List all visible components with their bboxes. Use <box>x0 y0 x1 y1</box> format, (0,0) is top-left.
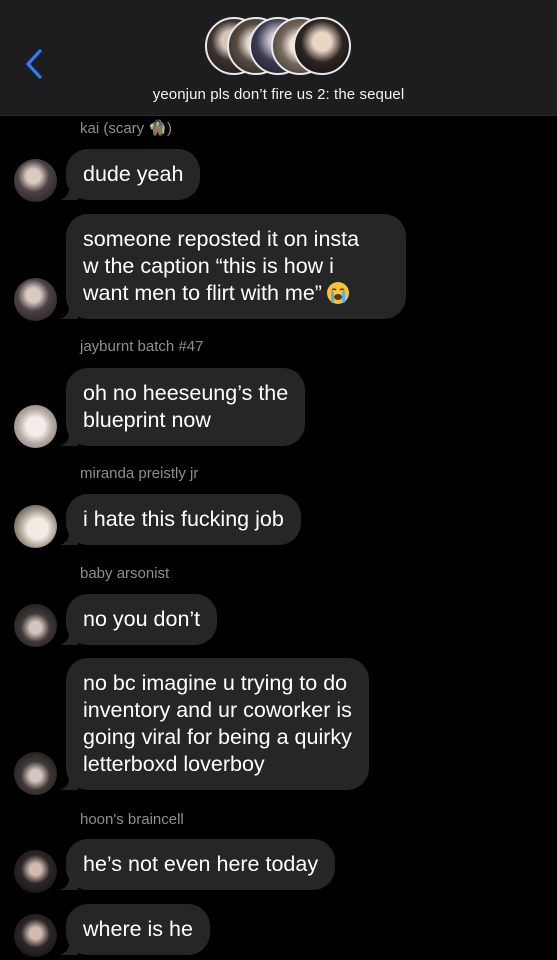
message-bubble[interactable]: no you don’t <box>60 594 218 645</box>
message-text: going viral for being a quirky <box>83 725 352 749</box>
message-bubble[interactable]: someone reposted it on insta w the capti… <box>60 214 406 319</box>
bubble-tail <box>60 631 78 645</box>
message-text: no you don’t <box>83 607 201 631</box>
message-bubble[interactable]: oh no heeseung’s the blueprint now <box>60 368 306 446</box>
back-button[interactable] <box>18 46 50 82</box>
chat-header: yeonjun pls don’t fire us 2: the sequel <box>0 0 557 116</box>
avatar[interactable] <box>14 604 57 647</box>
message-text: letterboxd loverboy <box>83 752 265 776</box>
message-text: where is he <box>83 917 193 941</box>
message-text: inventory and ur coworker is <box>83 698 352 722</box>
avatar[interactable] <box>14 159 57 202</box>
message-text: someone reposted it on insta <box>83 227 360 251</box>
bubble-tail <box>60 186 78 200</box>
bubble-tail <box>60 941 78 955</box>
loudly-crying-face-icon <box>326 282 349 304</box>
sender-name: kai (scary 🧌) <box>80 120 173 137</box>
message-text: blueprint now <box>83 408 211 432</box>
bubble-tail <box>60 876 78 890</box>
message-text: w the caption “this is how i <box>83 254 334 278</box>
sender-name: baby arsonist <box>80 565 170 582</box>
message-text: want men to flirt with me” <box>83 281 322 305</box>
avatar[interactable] <box>14 505 57 548</box>
chevron-left-icon <box>26 49 42 79</box>
avatar[interactable] <box>14 405 57 448</box>
sender-name: miranda preistly jr <box>80 465 199 482</box>
message-text: he’s not even here today <box>83 852 319 876</box>
message-bubble[interactable]: no bc imagine u trying to do inventory a… <box>60 658 369 790</box>
bubble-tail <box>60 305 78 319</box>
avatar[interactable] <box>14 850 57 893</box>
group-title[interactable]: yeonjun pls don’t fire us 2: the sequel <box>0 86 557 103</box>
message-text: oh no heeseung’s the <box>83 381 289 405</box>
message-text: i hate this fucking job <box>83 507 284 531</box>
group-member-avatar <box>293 17 351 75</box>
sender-name: jayburnt batch #47 <box>80 338 204 355</box>
group-avatar-stack[interactable] <box>205 17 353 79</box>
bubble-tail <box>60 776 78 790</box>
bubble-tail <box>60 531 78 545</box>
avatar[interactable] <box>14 278 57 321</box>
message-bubble[interactable]: where is he <box>60 904 210 955</box>
message-text: no bc imagine u trying to do <box>83 671 348 695</box>
message-bubble[interactable]: dude yeah <box>60 149 201 200</box>
message-bubble[interactable]: i hate this fucking job <box>60 494 301 545</box>
message-bubble[interactable]: he’s not even here today <box>60 839 336 890</box>
avatar[interactable] <box>14 914 57 957</box>
sender-name: hoon's braincell <box>80 811 184 828</box>
avatar[interactable] <box>14 752 57 795</box>
message-text: dude yeah <box>83 162 184 186</box>
bubble-tail <box>60 432 78 446</box>
